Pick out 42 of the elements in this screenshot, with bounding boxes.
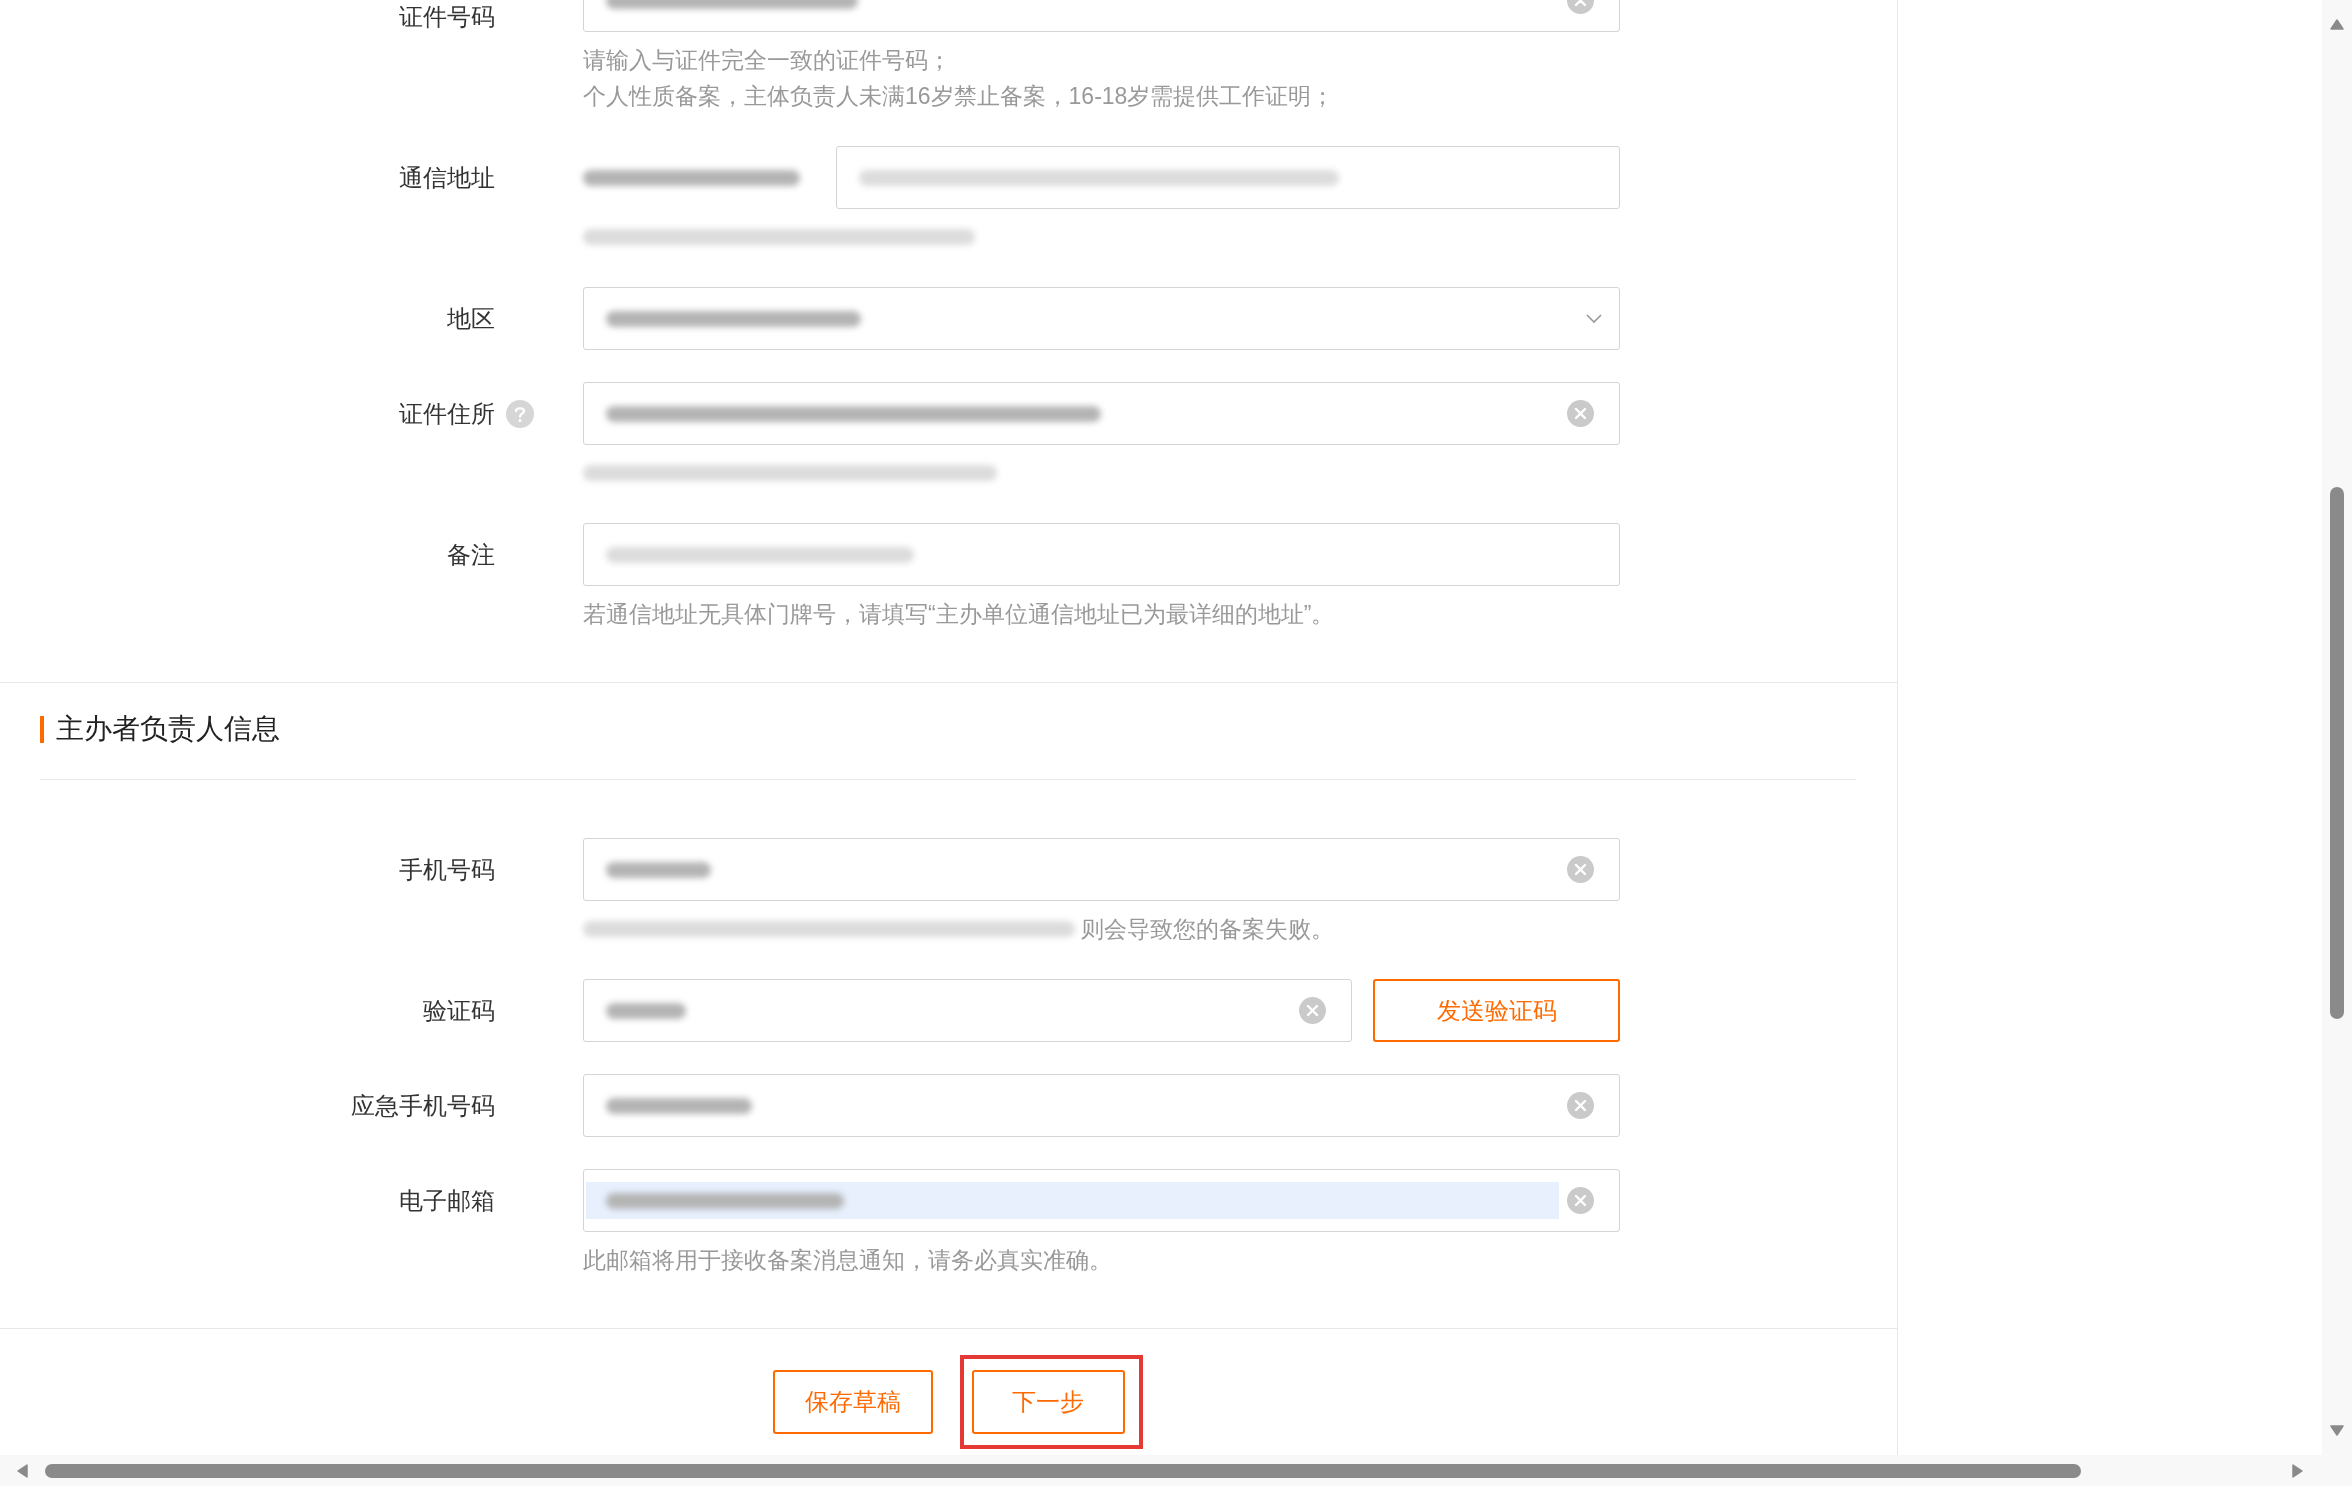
field-label: 通信地址: [399, 162, 495, 193]
input-field[interactable]: [583, 1074, 1620, 1137]
send-code-button[interactable]: 发送验证码: [1373, 979, 1620, 1042]
field-label: 地区: [447, 303, 495, 334]
clear-icon[interactable]: [1567, 1187, 1594, 1214]
clear-icon[interactable]: [1567, 856, 1594, 883]
input-field[interactable]: [583, 523, 1620, 586]
select-field[interactable]: [583, 287, 1620, 350]
hint-text: 若通信地址无具体门牌号，请填写“主办单位通信地址已为最详细的地址”。: [583, 599, 1335, 629]
field-label: 证件号码: [399, 2, 495, 32]
input-field[interactable]: [583, 382, 1620, 445]
field-label: 应急手机号码: [351, 1090, 495, 1121]
accent-bar: [40, 715, 44, 743]
clear-icon[interactable]: [1567, 400, 1594, 427]
hint-text: 请输入与证件完全一致的证件号码；: [583, 45, 951, 75]
section-title: 主办者负责人信息: [56, 712, 280, 746]
hint-text: 则会导致您的备案失败。: [1081, 914, 1334, 944]
horizontal-scrollbar[interactable]: [0, 1455, 2352, 1486]
down-arrow-icon[interactable]: [2330, 1425, 2344, 1437]
input-field[interactable]: [583, 1169, 1620, 1232]
input-field[interactable]: [583, 979, 1352, 1042]
input-field[interactable]: [583, 838, 1620, 901]
action-button[interactable]: 下一步: [971, 1370, 1125, 1434]
scrollbar-thumb[interactable]: [2330, 487, 2344, 1019]
vertical-scrollbar[interactable]: [2322, 0, 2352, 1455]
field-label: 电子邮箱: [399, 1185, 495, 1216]
hint-text: 个人性质备案，主体负责人未满16岁禁止备案，16-18岁需提供工作证明；: [583, 81, 1335, 111]
field-label: 手机号码: [399, 854, 495, 885]
chevron-down-icon: [1586, 313, 1602, 324]
up-arrow-icon[interactable]: [2330, 18, 2344, 30]
hint-text: 此邮箱将用于接收备案消息通知，请务必真实准确。: [583, 1245, 1112, 1275]
input-field[interactable]: [836, 146, 1620, 209]
clear-icon[interactable]: [1299, 997, 1326, 1024]
field-label: 验证码: [423, 995, 495, 1026]
clear-icon[interactable]: [1567, 1092, 1594, 1119]
field-label: 备注: [447, 539, 495, 570]
right-arrow-icon[interactable]: [2292, 1463, 2304, 1478]
scrollbar-thumb[interactable]: [45, 1463, 2081, 1478]
help-icon[interactable]: [506, 399, 534, 428]
left-arrow-icon[interactable]: [16, 1463, 28, 1478]
field-label: 证件住所: [399, 398, 495, 429]
action-button[interactable]: 保存草稿: [772, 1370, 933, 1434]
